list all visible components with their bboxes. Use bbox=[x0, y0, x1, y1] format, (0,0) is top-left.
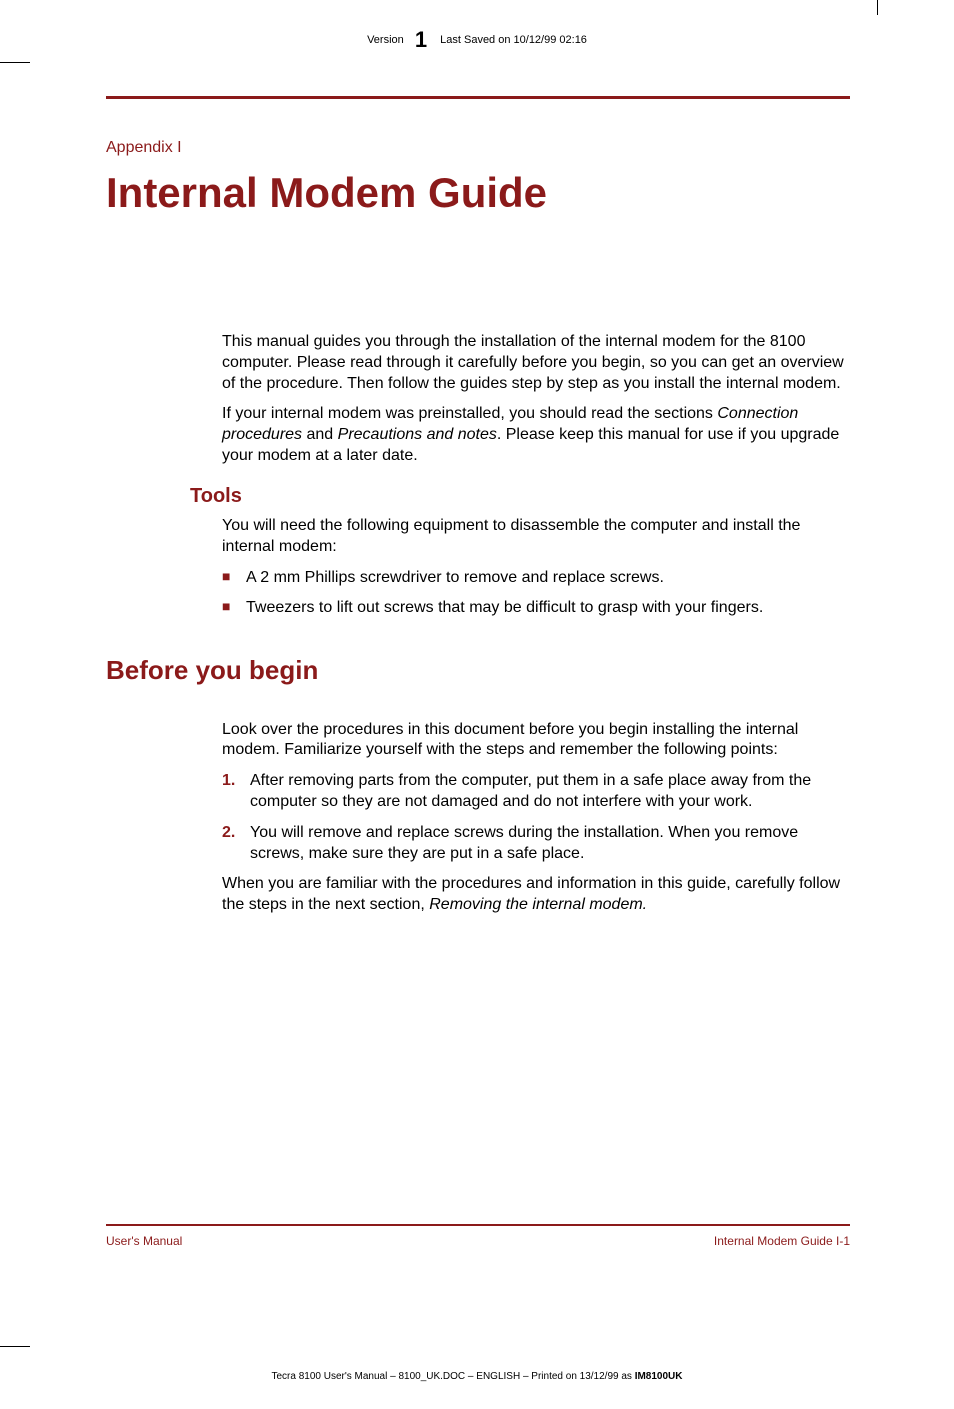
intro-paragraph-2: If your internal modem was preinstalled,… bbox=[222, 404, 850, 466]
page-content: Appendix I Internal Modem Guide This man… bbox=[106, 62, 850, 1290]
page-title: Internal Modem Guide bbox=[106, 169, 850, 217]
list-number: 2. bbox=[222, 823, 235, 844]
bottom-meta: Tecra 8100 User's Manual – 8100_UK.DOC –… bbox=[0, 1371, 954, 1382]
footer-right: Internal Modem Guide I-1 bbox=[714, 1234, 850, 1248]
tools-intro: You will need the following equipment to… bbox=[222, 516, 850, 558]
crop-mark bbox=[0, 1346, 30, 1347]
bottom-rule bbox=[106, 1224, 850, 1226]
tools-intro-block: You will need the following equipment to… bbox=[222, 516, 850, 558]
before-intro-block: Look over the procedures in this documen… bbox=[222, 720, 850, 762]
intro-paragraph-1: This manual guides you through the insta… bbox=[222, 332, 850, 394]
before-intro: Look over the procedures in this documen… bbox=[222, 720, 850, 762]
page-footer: User's Manual Internal Modem Guide I-1 bbox=[106, 1224, 850, 1248]
list-item: Tweezers to lift out screws that may be … bbox=[222, 597, 850, 619]
appendix-label: Appendix I bbox=[106, 139, 850, 157]
top-rule bbox=[106, 96, 850, 99]
saved-label: Last Saved on 10/12/99 02:16 bbox=[440, 34, 587, 46]
before-outro-block: When you are familiar with the procedure… bbox=[222, 874, 850, 916]
before-heading: Before you begin bbox=[106, 655, 850, 686]
crop-mark bbox=[0, 62, 30, 63]
crop-mark bbox=[877, 0, 878, 15]
before-outro: When you are familiar with the procedure… bbox=[222, 874, 850, 916]
tools-list: A 2 mm Phillips screwdriver to remove an… bbox=[222, 567, 850, 618]
version-label: Version bbox=[367, 34, 404, 46]
list-item: A 2 mm Phillips screwdriver to remove an… bbox=[222, 567, 850, 589]
before-list: 1.After removing parts from the computer… bbox=[222, 771, 850, 864]
footer-left: User's Manual bbox=[106, 1234, 182, 1248]
version-number: 1 bbox=[415, 27, 427, 52]
header-meta: Version 1 Last Saved on 10/12/99 02:16 bbox=[0, 27, 954, 53]
tools-heading: Tools bbox=[190, 485, 850, 508]
intro-block: This manual guides you through the insta… bbox=[222, 332, 850, 467]
list-number: 1. bbox=[222, 771, 235, 792]
list-item: 1.After removing parts from the computer… bbox=[222, 771, 850, 813]
list-item: 2.You will remove and replace screws dur… bbox=[222, 823, 850, 865]
